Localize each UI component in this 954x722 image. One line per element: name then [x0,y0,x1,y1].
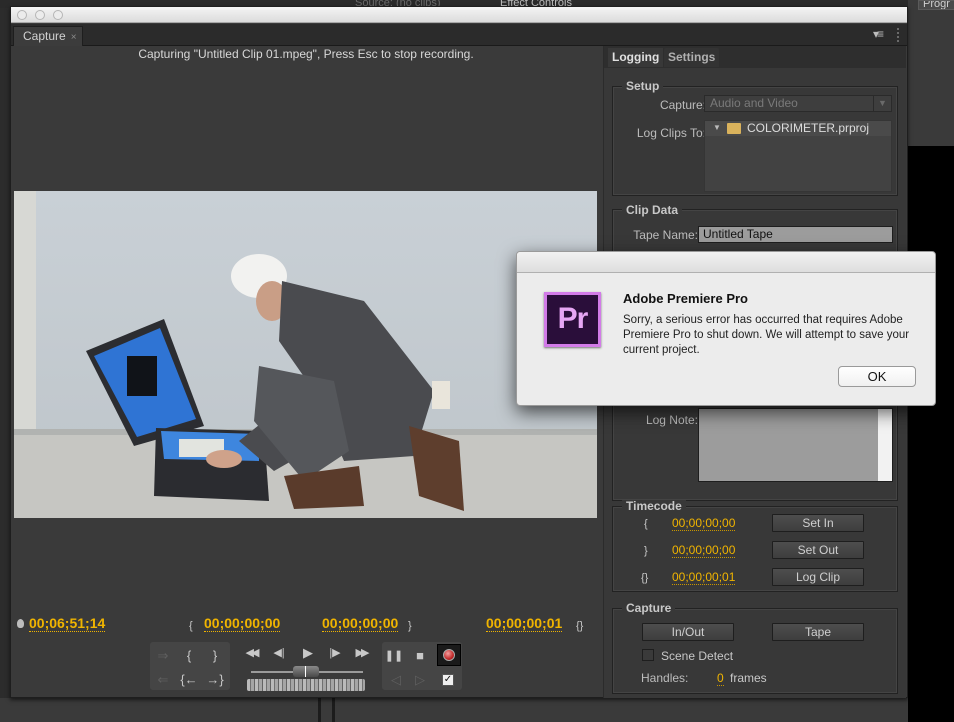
timecode-legend: Timecode [622,500,686,512]
log-clips-tree[interactable]: ▼ COLORIMETER.prproj [704,120,892,192]
set-in-button[interactable]: Set In [772,514,864,532]
capture-select[interactable]: Audio and Video ▼ [704,95,892,112]
out-point-timecode[interactable]: 00;00;00;00 [322,616,399,632]
tab-capture[interactable]: Capture × [13,26,83,46]
dialog-message: Sorry, a serious error has occurred that… [623,314,910,356]
log-note-label: Log Note: [645,413,698,427]
set-out-button[interactable]: Set Out [772,541,864,559]
panel-grip-icon[interactable] [897,28,899,42]
scene-detect-label: Scene Detect [661,649,734,663]
log-note-textarea[interactable] [698,408,893,482]
play-button[interactable]: ▶ [296,645,320,661]
panel-divider[interactable] [332,698,335,722]
tape-name-input[interactable]: Untitled Tape [698,226,893,243]
capture-legend: Capture [622,602,676,614]
chevron-down-icon: ▼ [873,96,891,111]
duration-icon: {} [576,620,584,632]
set-out-button[interactable]: } [206,648,224,664]
scene-detect-checkbox[interactable] [642,649,654,661]
project-name: COLORIMETER.prproj [747,121,870,135]
timecode-out-value[interactable]: 00;00;00;00 [672,544,736,558]
zoom-window-button[interactable] [53,10,63,20]
in-out-controls: ⇒ { } ⇐ {← →} [149,641,231,691]
tab-capture-label: Capture [23,29,66,43]
premiere-pro-app-icon: Pr [544,292,601,347]
duration-timecode[interactable]: 00;00;00;01 [486,616,563,632]
record-button[interactable] [437,644,461,666]
log-clip-button[interactable]: Log Clip [772,568,864,586]
in-point-icon: { [189,620,193,632]
fast-forward-button[interactable]: ▶▶ [349,645,373,661]
minimize-window-button[interactable] [35,10,45,20]
background-bottom-panels [0,698,908,722]
handles-unit: frames [730,671,767,685]
panel-divider[interactable] [318,698,321,722]
ok-button[interactable]: OK [838,366,916,387]
next-scene-button[interactable]: ▷ [410,672,430,688]
timecode-in-value[interactable]: 00;00;00;00 [672,517,736,531]
shuttle-slider[interactable] [293,666,319,677]
log-clips-to-label: Log Clips To: [636,126,706,140]
tree-row[interactable]: ▼ COLORIMETER.prproj [705,121,891,136]
handles-label: Handles: [641,671,689,685]
in-point-icon: { [644,518,648,530]
capture-tape-button[interactable]: Tape [772,623,864,641]
video-frame-image [14,191,597,518]
step-forward-button[interactable]: |▶ [323,645,347,661]
stop-button[interactable]: ■ [410,648,430,664]
rewind-button[interactable]: ◀◀ [239,645,263,661]
jog-wheel[interactable] [247,679,365,691]
go-to-out-button[interactable]: →} [203,672,227,688]
timecode-duration-value[interactable]: 00;00;00;01 [672,571,736,585]
panel-tab-bar: Capture × ▾≡ [11,24,907,46]
out-point-icon: } [644,545,648,557]
current-time-marker-icon [17,619,24,628]
capture-video-preview [14,191,597,518]
in-point-timecode[interactable]: 00;00;00;00 [204,616,281,632]
tab-program[interactable]: Progr [918,0,954,10]
shuttle-slider-mark [305,666,306,677]
capture-label: Capture: [659,98,706,112]
capture-status-text: Capturing "Untitled Clip 01.mpeg", Press… [138,47,474,61]
go-to-in-button[interactable]: {← [177,672,201,688]
program-monitor-viewport [908,146,954,722]
clip-data-legend: Clip Data [622,204,683,216]
previous-scene-button[interactable]: ◁ [386,672,406,688]
capture-in-out-button[interactable]: In/Out [642,623,734,641]
current-timecode[interactable]: 00;06;51;14 [29,616,106,632]
dialog-titlebar[interactable] [517,252,935,273]
close-tab-icon[interactable]: × [71,32,77,43]
folder-icon [727,123,741,134]
capture-select-value: Audio and Video [710,96,798,110]
window-titlebar [11,7,907,23]
error-dialog: Pr Adobe Premiere Pro Sorry, a serious e… [516,251,936,406]
record-controls: ❚❚ ■ ◁ ▷ ✓ [381,641,463,691]
out-point-icon: } [408,620,412,632]
pause-button[interactable]: ❚❚ [384,648,404,664]
tape-name-label: Tape Name: [633,228,698,242]
dialog-title: Adobe Premiere Pro [623,291,748,306]
tab-logging[interactable]: Logging [608,48,664,67]
record-icon [443,649,455,661]
close-window-button[interactable] [17,10,27,20]
set-in-button[interactable]: { [180,648,198,664]
disclosure-triangle-icon[interactable]: ▼ [713,123,721,132]
setup-legend: Setup [622,80,664,92]
set-in-scene-icon[interactable]: ⇒ [154,648,172,664]
panel-menu-icon[interactable]: ▾≡ [873,27,884,41]
set-out-scene-icon[interactable]: ⇐ [154,672,172,688]
step-back-button[interactable]: ◀| [267,645,291,661]
handles-value[interactable]: 0 [717,672,724,686]
scene-detect-icon[interactable]: ✓ [442,674,454,686]
log-note-scrollbar[interactable] [878,409,892,481]
tab-settings[interactable]: Settings [664,48,720,67]
duration-icon: {} [641,572,649,584]
